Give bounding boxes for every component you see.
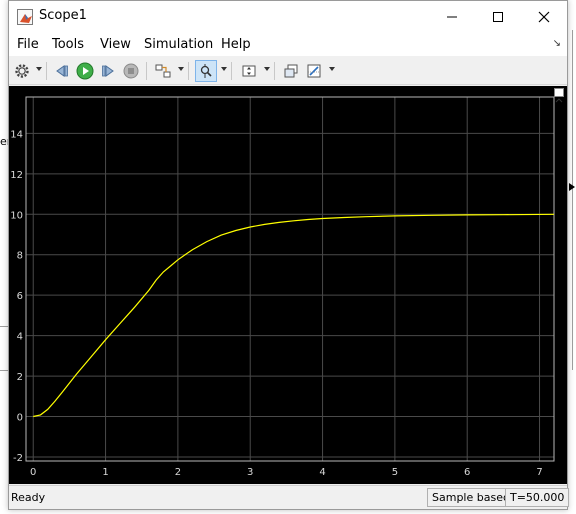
y-tick-label: 2 [17, 372, 23, 383]
menu-simulation[interactable]: Simulation [144, 37, 213, 52]
minimize-icon [447, 16, 457, 17]
background-divider [0, 370, 8, 371]
settings-button[interactable] [11, 60, 33, 82]
cursor-button[interactable] [303, 60, 325, 82]
window-title: Scope1 [39, 8, 87, 23]
scope-window: Scope1 File Tools View Simulation Help ↘ [8, 0, 570, 510]
step-forward-button[interactable] [97, 60, 119, 82]
step-forward-icon [102, 65, 114, 77]
autoscale-button[interactable] [238, 60, 260, 82]
y-tick-label: 0 [17, 413, 23, 424]
maximize-icon [493, 11, 503, 22]
stop-button[interactable] [120, 60, 142, 82]
settings-dropdown-icon[interactable] [36, 67, 42, 71]
toolbar-separator [146, 62, 147, 80]
step-back-icon [56, 65, 68, 77]
highlight-dropdown-icon[interactable] [178, 67, 184, 71]
zoom-icon [200, 64, 212, 78]
matlab-icon [17, 9, 33, 25]
x-tick-label: 2 [175, 467, 181, 478]
run-button[interactable] [74, 60, 96, 82]
plot-area: 0 1 2 3 4 5 6 7 -2 0 2 4 6 8 10 12 14 [9, 86, 567, 484]
menu-bar: File Tools View Simulation Help ↘ [9, 32, 567, 56]
x-tick-label: 0 [30, 467, 36, 478]
highlight-block-button[interactable] [152, 60, 174, 82]
undock-icon [555, 98, 563, 103]
cursor-icon [307, 64, 321, 78]
scope-plot[interactable]: 0 1 2 3 4 5 6 7-202468101214 [9, 86, 567, 484]
title-bar[interactable]: Scope1 [9, 1, 567, 32]
close-icon [538, 11, 550, 22]
restore-icon [284, 64, 298, 78]
menu-tools[interactable]: Tools [52, 37, 84, 52]
toolbar [9, 57, 567, 85]
minimize-button[interactable] [429, 1, 475, 32]
x-tick-label: 5 [392, 467, 398, 478]
close-button[interactable] [521, 1, 567, 32]
y-tick-label: 6 [17, 291, 23, 302]
y-tick-label: 4 [17, 332, 23, 343]
status-ready: Ready [11, 491, 46, 504]
highlight-block-icon [155, 64, 171, 78]
plot-background [9, 86, 567, 484]
menu-file[interactable]: File [17, 37, 39, 52]
y-tick-label: 10 [10, 210, 23, 221]
cursor-dropdown-icon[interactable] [329, 67, 335, 71]
toolbar-separator [188, 62, 189, 80]
x-tick-label: 7 [536, 467, 542, 478]
restore-button[interactable] [280, 60, 302, 82]
x-tick-label: 4 [319, 467, 325, 478]
y-tick-label: 8 [17, 251, 23, 262]
maximize-button[interactable] [475, 1, 521, 32]
run-icon [76, 62, 94, 80]
toolbar-separator [274, 62, 275, 80]
background-arrow-icon [569, 183, 575, 191]
status-bar: Ready Sample based T=50.000 [9, 485, 570, 509]
toolbar-separator [231, 62, 232, 80]
undock-button[interactable] [554, 88, 564, 103]
settings-icon [15, 64, 29, 78]
autoscale-icon [242, 65, 256, 77]
background-divider [0, 326, 8, 327]
zoom-dropdown-icon[interactable] [221, 67, 227, 71]
menu-help[interactable]: Help [221, 37, 251, 52]
y-tick-label: -2 [13, 453, 23, 464]
zoom-button[interactable] [195, 60, 217, 82]
status-time: T=50.000 [505, 488, 570, 507]
x-tick-label: 3 [247, 467, 253, 478]
background-divider [572, 30, 573, 370]
stop-icon [123, 63, 139, 79]
y-tick-label: 12 [10, 170, 23, 181]
toolbar-separator [46, 62, 47, 80]
menu-view[interactable]: View [100, 37, 131, 52]
step-back-button[interactable] [51, 60, 73, 82]
x-tick-label: 6 [464, 467, 470, 478]
y-tick-label: 14 [10, 129, 23, 140]
autoscale-dropdown-icon[interactable] [264, 67, 270, 71]
x-tick-label: 1 [102, 467, 108, 478]
menu-overflow-icon[interactable]: ↘ [553, 38, 561, 49]
status-sample-mode: Sample based [427, 488, 515, 507]
